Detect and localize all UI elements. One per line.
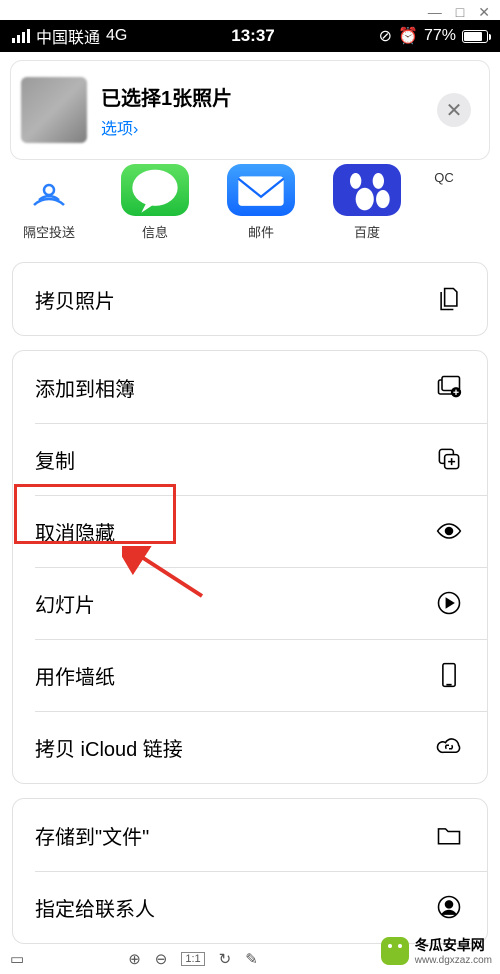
maximize-icon[interactable]: □ [456, 4, 464, 20]
action-save-files[interactable]: 存储到"文件" [13, 799, 487, 871]
share-apps-row: 隔空投送 信息 邮件 百度 QC [0, 164, 500, 252]
messages-icon [121, 164, 189, 216]
share-label: QC [434, 170, 454, 185]
copy-pages-icon [433, 285, 465, 313]
cloud-link-icon [433, 733, 465, 761]
screen-icon[interactable]: ▭ [10, 950, 24, 968]
signal-icon [12, 29, 30, 43]
share-label: 百度 [354, 222, 380, 241]
action-label: 用作墙纸 [35, 661, 115, 690]
battery-icon [462, 30, 488, 43]
action-label: 拷贝 iCloud 链接 [35, 733, 183, 762]
mail-icon [227, 164, 295, 216]
action-label: 复制 [35, 445, 75, 474]
action-label: 指定给联系人 [35, 893, 155, 922]
action-add-to-album[interactable]: 添加到相簿 [13, 351, 487, 423]
photo-thumbnail[interactable] [21, 77, 87, 143]
watermark-logo [381, 937, 409, 965]
action-label: 幻灯片 [35, 589, 95, 618]
clock: 13:37 [231, 26, 274, 46]
baidu-icon [333, 164, 401, 216]
share-label: 信息 [142, 222, 168, 241]
share-baidu[interactable]: 百度 [328, 164, 406, 252]
action-label: 添加到相簿 [35, 373, 135, 402]
share-airdrop[interactable]: 隔空投送 [10, 164, 88, 252]
alarm-icon: ⏰ [398, 26, 418, 46]
duplicate-icon [433, 445, 465, 473]
action-assign-contact[interactable]: 指定给联系人 [13, 871, 487, 943]
edit-icon[interactable]: ✎ [245, 950, 258, 968]
action-unhide[interactable]: 取消隐藏 [13, 495, 487, 567]
zoom-out-icon[interactable]: ⊖ [155, 950, 168, 968]
share-label: 隔空投送 [23, 222, 75, 241]
minimize-icon[interactable]: — [428, 4, 442, 20]
status-bar: 中国联通 4G 13:37 ⊘ ⏰ 77% [0, 20, 500, 52]
action-label: 拷贝照片 [35, 285, 115, 314]
album-plus-icon [433, 373, 465, 401]
play-circle-icon [433, 589, 465, 617]
watermark-url: www.dgxzaz.com [415, 955, 492, 966]
action-group-2: 添加到相簿 复制 取消隐藏 幻灯片 用作墙纸 拷贝 iCloud 链接 [12, 350, 488, 784]
eye-icon [433, 517, 465, 545]
rotate-icon[interactable]: ↻ [219, 950, 232, 968]
folder-icon [433, 821, 465, 849]
action-group-1: 拷贝照片 [12, 262, 488, 336]
close-icon[interactable]: ✕ [437, 93, 471, 127]
airdrop-icon [15, 164, 83, 216]
action-icloud-link[interactable]: 拷贝 iCloud 链接 [13, 711, 487, 783]
action-slideshow[interactable]: 幻灯片 [13, 567, 487, 639]
action-wallpaper[interactable]: 用作墙纸 [13, 639, 487, 711]
action-label: 取消隐藏 [35, 517, 115, 546]
carrier-label: 中国联通 [36, 24, 100, 48]
share-qq[interactable]: QC [434, 164, 454, 252]
share-messages[interactable]: 信息 [116, 164, 194, 252]
action-label: 存储到"文件" [35, 821, 149, 850]
person-circle-icon [433, 893, 465, 921]
close-window-icon[interactable]: ✕ [478, 4, 490, 20]
page-indicator: 1:1 [181, 952, 204, 966]
actions-list: 拷贝照片 添加到相簿 复制 取消隐藏 幻灯片 用作墙纸 拷贝 iCloud 链接 [12, 262, 488, 958]
phone-icon [433, 661, 465, 689]
network-label: 4G [106, 27, 127, 45]
share-mail[interactable]: 邮件 [222, 164, 300, 252]
action-duplicate[interactable]: 复制 [13, 423, 487, 495]
orientation-lock-icon: ⊘ [379, 26, 392, 46]
action-copy-photo[interactable]: 拷贝照片 [13, 263, 487, 335]
viewer-toolbar: ▭ ⊕ ⊖ 1:1 ↻ ✎ [10, 950, 258, 968]
battery-percent: 77% [424, 27, 456, 45]
share-sheet-header: 已选择1张照片 选项› ✕ [10, 60, 490, 160]
zoom-in-icon[interactable]: ⊕ [128, 950, 141, 968]
watermark: 冬瓜安卓网 www.dgxzaz.com [381, 935, 492, 966]
watermark-name: 冬瓜安卓网 [415, 937, 485, 953]
sheet-title: 已选择1张照片 [101, 82, 437, 111]
action-group-3: 存储到"文件" 指定给联系人 [12, 798, 488, 944]
share-label: 邮件 [248, 222, 274, 241]
options-link[interactable]: 选项› [101, 115, 437, 139]
